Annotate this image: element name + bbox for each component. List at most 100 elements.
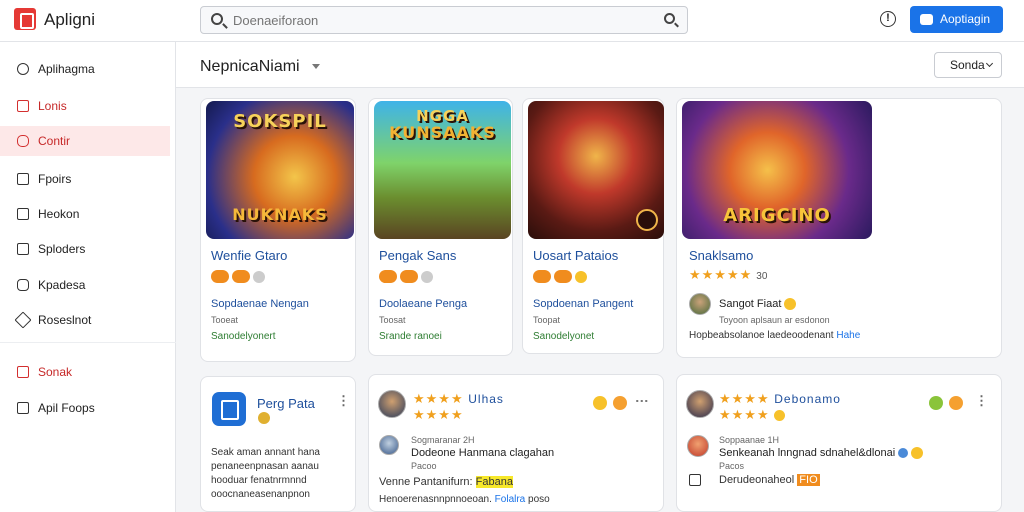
game-art-image: NGGA KUNSAAKS (374, 101, 511, 239)
game-developer[interactable]: Doolaeane Penga (379, 298, 467, 310)
game-title[interactable]: Uosart Pataios (533, 248, 618, 263)
sidebar-item-lonis[interactable]: Lonis (0, 91, 170, 121)
game-title[interactable]: Snaklsamo (689, 248, 753, 263)
game-art-title: SOKSPIL (233, 111, 327, 132)
rating-count: 30 (756, 271, 768, 282)
review-date: Pacoo (411, 461, 437, 471)
game-card[interactable]: NGGA KUNSAAKS Pengak Sans Doolaeane Peng… (368, 98, 513, 356)
app-name[interactable]: Perg Pata (257, 396, 315, 411)
review-date: Sogmaranar 2H (411, 435, 475, 445)
emoji-icon (949, 396, 963, 410)
info-icon[interactable]: ! (880, 11, 896, 27)
game-badges (211, 268, 268, 284)
sidebar-item-apil-foops[interactable]: Apil Foops (0, 393, 170, 423)
folder-icon (17, 100, 29, 112)
game-art-image: ARIGCINO (682, 101, 872, 239)
app-icon (212, 392, 246, 426)
game-art-subtitle: NUKNAKS (232, 205, 328, 224)
review-date: Soppaanae 1H (719, 435, 780, 445)
rating-stars: ★★★★ Debonamo (719, 391, 841, 406)
sidebar-item-label: Aplihagma (38, 62, 95, 76)
search-bar[interactable] (200, 6, 688, 34)
more-options-icon[interactable]: ⋮ (634, 395, 650, 408)
document-icon (17, 243, 29, 255)
square-icon (17, 173, 29, 185)
game-developer[interactable]: Sopdaenae Nengan (211, 298, 309, 310)
game-art-image: SOKSPIL NUKNAKS (206, 101, 354, 239)
avatar (378, 390, 406, 418)
chevron-down-icon (985, 59, 994, 68)
pen-icon (14, 311, 32, 329)
highlight-tag: Fabana (475, 476, 513, 488)
avatar (687, 435, 709, 457)
badge-icon (258, 412, 270, 424)
game-status: Sanodelyonet (533, 331, 595, 342)
avatar (379, 435, 399, 455)
game-status: Sanodelyonert (211, 331, 276, 342)
review-link[interactable]: Folalra (495, 494, 526, 505)
sidebar-item-heokon[interactable]: Heokon (0, 199, 170, 229)
app-review-card[interactable]: Perg Pata ⋮ Seak aman annant hana penane… (200, 376, 356, 512)
sidebar-item-label: Roseslnot (38, 313, 92, 327)
more-options-icon[interactable]: ⋮ (337, 393, 350, 409)
review-text: Henoerenasnnpnnoeoan. Folalra poso (379, 494, 550, 505)
sidebar-item-aplihagma[interactable]: Aplihagma (0, 54, 170, 84)
search-input[interactable] (233, 11, 653, 29)
review-line: hooduar fenatnrmnnd (211, 475, 307, 486)
rating-stars: ★★★★ (413, 407, 464, 422)
sidebar-item-sploders[interactable]: Sploders (0, 234, 170, 264)
app-icon (920, 14, 933, 25)
game-card[interactable]: Uosart Pataios Sopdoenan Pangent Toopat … (522, 98, 664, 354)
reviewer-name: Senkeanah lnngnad sdnahel&dlonai (719, 447, 924, 460)
sidebar-divider (0, 342, 176, 343)
sidebar-item-sonak[interactable]: Sonak (0, 357, 170, 387)
sidebar-item-contir[interactable]: Contir (0, 126, 170, 156)
sidebar-item-label: Lonis (38, 99, 67, 113)
square-icon (17, 402, 29, 414)
game-status: Srande ranoei (379, 331, 442, 342)
sidebar-item-roseslnot[interactable]: Roseslnot (0, 305, 170, 335)
top-bar: Apligni ! Aoptiagin (0, 0, 1024, 42)
chevron-down-icon[interactable] (312, 64, 320, 69)
game-title[interactable]: Wenfie Gtaro (211, 248, 287, 263)
game-developer[interactable]: Sopdoenan Pangent (533, 298, 633, 310)
game-art-subtitle: KUNSAAKS (389, 123, 496, 142)
review-header: Debonamo (774, 392, 841, 406)
review-header: Ulhas (468, 392, 504, 406)
review-card[interactable]: ★★★★ Ulhas ★★★★ ⋮ Sogmaranar 2H Dodeone … (368, 374, 664, 512)
more-options-icon[interactable]: ⋮ (975, 393, 988, 409)
sidebar-item-label: Fpoirs (38, 172, 72, 186)
review-text: Hopbeabsolanoe laedeoodenant Hahe (689, 330, 861, 341)
search-submit-icon[interactable] (664, 13, 675, 24)
review-link[interactable]: Hahe (836, 330, 860, 341)
page-title[interactable]: NepnicaNiami (200, 58, 300, 76)
rating-stars: ★★★★★ 30 (689, 267, 768, 282)
reviewer-name: Dodeone Hanmana clagahan (411, 447, 555, 459)
review-card[interactable]: ★★★★ Debonamo ★★★★ ⋮ Soppaanae 1H Senkea… (676, 374, 1002, 512)
sidebar-item-label: Sploders (38, 242, 86, 256)
highlight-tag: FIO (797, 474, 820, 486)
rating-stars: ★★★★ (719, 407, 786, 423)
search-icon (211, 13, 223, 25)
sidebar-item-label: Kpadesa (38, 278, 86, 292)
game-badges (379, 268, 436, 284)
emoji-icon (929, 396, 943, 410)
sidebar-item-label: Sonak (38, 365, 73, 379)
lock-icon (17, 279, 29, 291)
sidebar-item-kpadesa[interactable]: Kpadesa (0, 270, 170, 300)
primary-action-button[interactable]: Aoptiagin (910, 6, 1003, 33)
game-title[interactable]: Pengak Sans (379, 248, 456, 263)
review-meta: Toyoon aplsaun ar esdonon (719, 315, 830, 325)
reviewer-name: Sangot Fiaat (719, 298, 797, 311)
shield-icon (17, 63, 29, 75)
document-icon (689, 474, 701, 486)
featured-game-card[interactable]: ARIGCINO Snaklsamo ★★★★★ 30 Sangot Fiaat … (676, 98, 1002, 358)
game-card[interactable]: SOKSPIL NUKNAKS Wenfie Gtaro Sopdaenae N… (200, 98, 356, 362)
sort-dropdown[interactable]: Sonda (934, 52, 1002, 78)
app-title: Apligni (44, 10, 96, 29)
sort-dropdown-label: Sonda (950, 58, 985, 72)
chat-icon (17, 135, 29, 147)
square-icon (17, 208, 29, 220)
sidebar-item-fpoirs[interactable]: Fpoirs (0, 164, 170, 194)
emoji-icon (593, 396, 607, 410)
